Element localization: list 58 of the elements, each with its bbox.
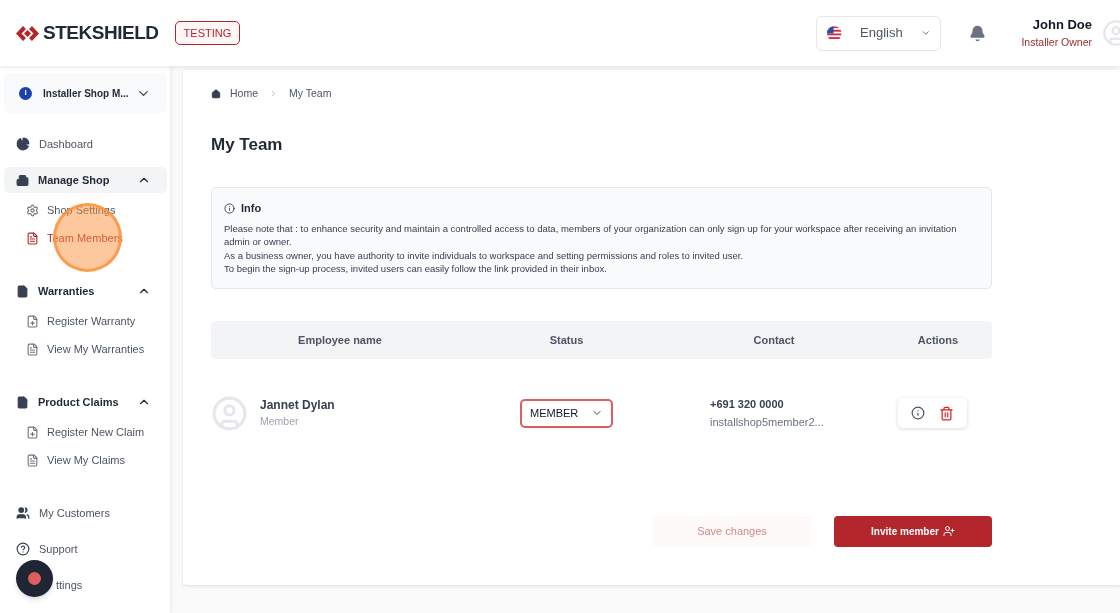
workspace-initial: I (19, 86, 32, 100)
file-icon (16, 284, 29, 298)
add-user-icon (942, 525, 955, 538)
status-dropdown[interactable]: MEMBER (520, 398, 613, 428)
employee-role: Member (260, 414, 300, 430)
brand-name: STEKSHIELD (43, 20, 159, 45)
info-title: Info (241, 201, 262, 217)
column-header: Contact (753, 332, 795, 348)
sidebar-item[interactable]: Support (4, 538, 166, 560)
column-header: Actions (917, 332, 959, 348)
info-text: As a business owner, you have authority to invite individuals to workspace and setting permissions and roles to invited user. (224, 248, 745, 263)
language-dropdown[interactable]: English (816, 15, 942, 51)
avatar-icon (211, 394, 248, 432)
sidebar-subitem[interactable]: View My Claims (4, 449, 166, 471)
settings-icon (26, 203, 39, 217)
user-role: Installer Owner (1021, 34, 1092, 50)
sidebar-subitem[interactable]: View My Warranties (4, 338, 166, 360)
employee-name: Jannet Dylan (260, 397, 335, 415)
sidebar-subitem[interactable]: Register Warranty (4, 310, 166, 332)
record-icon (28, 572, 41, 585)
sidebar-item[interactable]: Dashboard (4, 133, 166, 155)
users-icon (16, 506, 30, 520)
add-document-icon (26, 425, 39, 439)
user-name: John Doe (1032, 16, 1092, 35)
info-text: To begin the sign-up process, invited users can easily follow the link provided in their inbox. (224, 262, 608, 276)
file-icon (16, 395, 29, 409)
building-icon (16, 173, 29, 187)
column-header: Status (549, 332, 584, 348)
trash-icon[interactable] (938, 405, 954, 421)
add-document-icon (26, 314, 39, 328)
notification-bell-icon[interactable] (969, 24, 987, 42)
breadcrumb-link[interactable]: My Team (289, 86, 332, 102)
invite-button[interactable]: Invite member (834, 515, 992, 547)
sidebar-item[interactable]: ttings (4, 574, 166, 596)
sidebar-group[interactable]: Manage Shop (4, 167, 167, 193)
phone-number: +691 320 0000 (710, 396, 785, 412)
home-icon (211, 88, 221, 99)
breadcrumb-link[interactable]: Home (230, 86, 258, 102)
document-icon (26, 342, 39, 356)
pie-chart-icon (16, 137, 30, 151)
info-icon (224, 203, 235, 214)
record-button[interactable] (16, 560, 53, 597)
environment-badge: TESTING (174, 20, 241, 46)
help-icon (16, 542, 30, 556)
logo-icon (15, 24, 40, 42)
info-text: Please note that : to enhance security and maintain a controlled access to data, members of your organization can only sign up for your workspace after receiving an invitation admin or owner. (224, 221, 958, 249)
sidebar-group[interactable]: Warranties (4, 278, 167, 304)
workspace-selector[interactable]: I Installer Shop M... (4, 73, 167, 113)
document-icon (26, 231, 39, 245)
sidebar-group[interactable]: Product Claims (4, 389, 167, 415)
info-icon[interactable] (910, 406, 925, 421)
sidebar-subitem[interactable]: Register New Claim (4, 421, 166, 443)
document-icon (26, 453, 39, 467)
sidebar-item[interactable]: My Customers (4, 502, 166, 524)
page-title: My Team (211, 133, 284, 156)
column-header: Employee name (298, 332, 382, 348)
email-address: installshop5member2... (710, 415, 825, 431)
chevron-right-icon (269, 89, 278, 99)
